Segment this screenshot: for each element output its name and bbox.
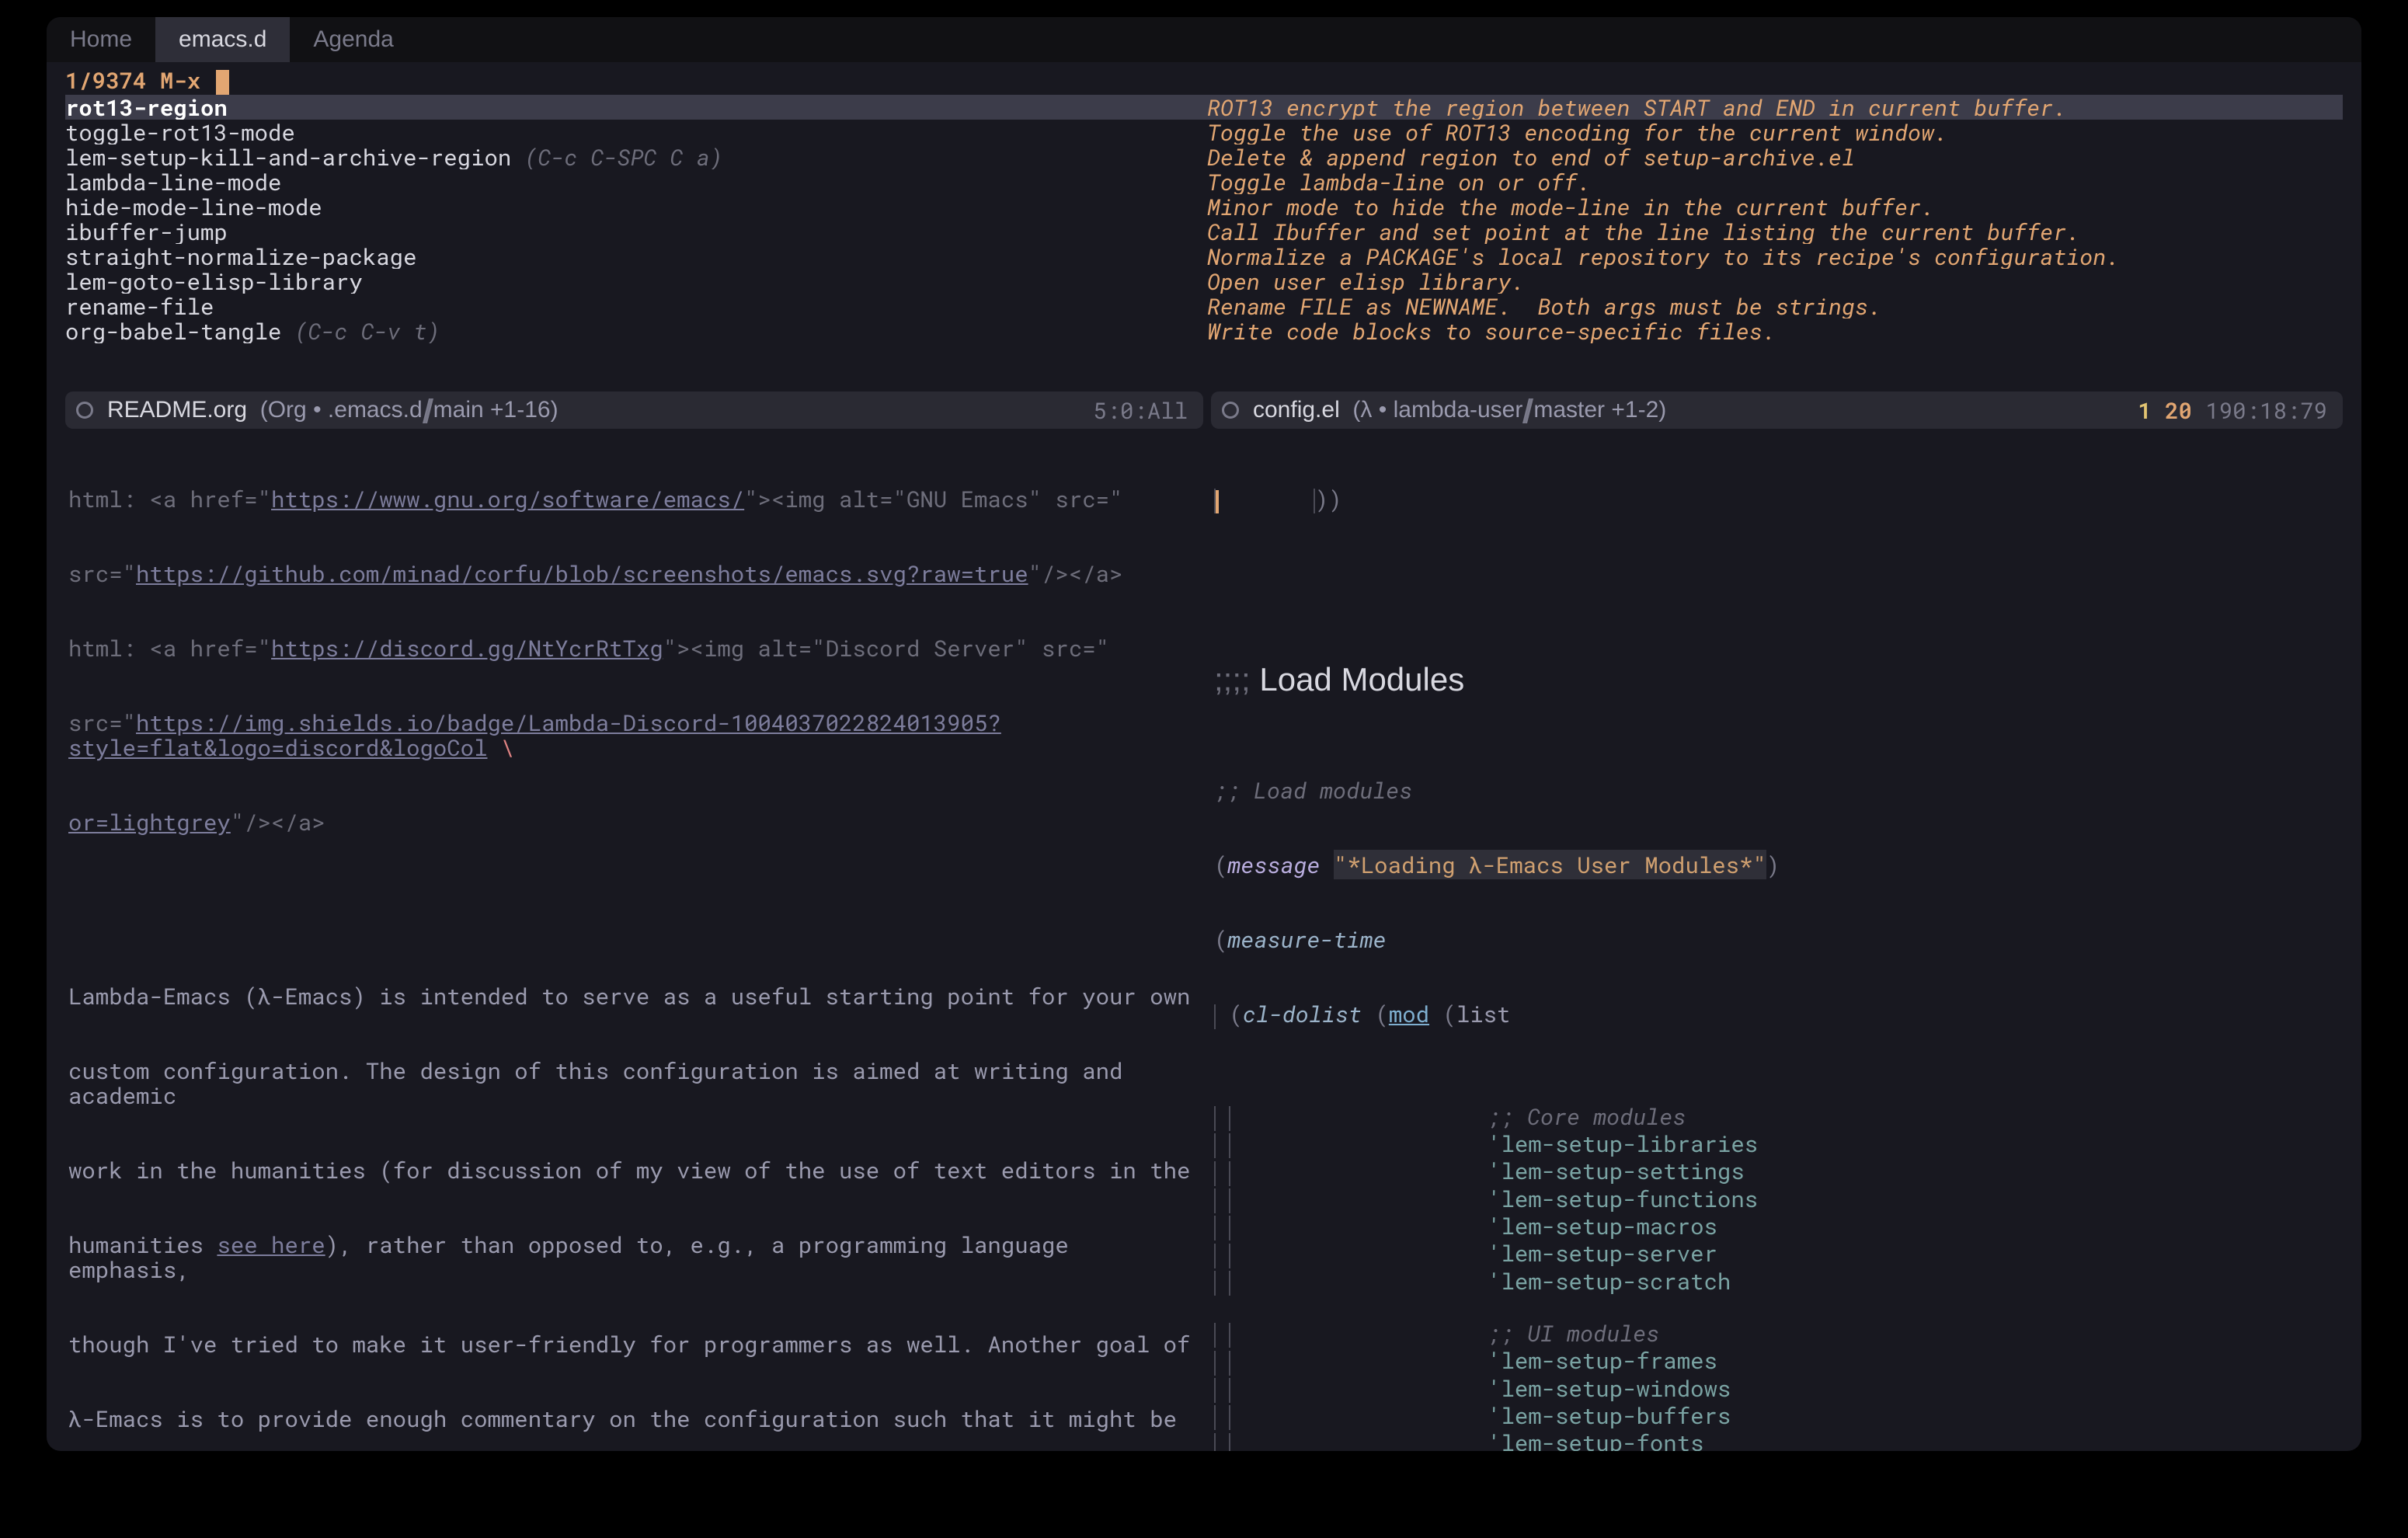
tab-bar: Home emacs.d Agenda xyxy=(47,17,2361,62)
code-line: (message "*Loading λ-Emacs User Modules*… xyxy=(1214,852,2340,877)
mx-candidate-description: Toggle lambda-line on or off. xyxy=(1207,169,2343,194)
mx-candidate-command: hide-mode-line-mode xyxy=(65,194,322,219)
mx-candidate[interactable]: rot13-region ROT13 encrypt the region bet… xyxy=(65,95,2343,120)
buffer-status-icon xyxy=(1222,402,1239,419)
mx-candidate-description: Write code blocks to source-specific fil… xyxy=(1207,318,2343,343)
module-line: 'lem-setup-frames xyxy=(1214,1348,2340,1375)
mx-candidate-description: Minor mode to hide the mode-line in the … xyxy=(1207,194,2343,219)
mx-candidate[interactable]: rename-file Rename FILE as NEWNAME. Both … xyxy=(65,294,2343,318)
module-line: 'lem-setup-server xyxy=(1214,1240,2340,1268)
right-pane: config.el (λ • lambda-usermaster +1-2) 1… xyxy=(1211,391,2343,1451)
left-modeline[interactable]: README.org (Org • .emacs.dmain +1-16) 5:… xyxy=(65,391,1203,429)
module-line: 'lem-setup-settings xyxy=(1214,1158,2340,1185)
mx-candidate-description: Call Ibuffer and set point at the line l… xyxy=(1207,219,2343,244)
mx-candidate-command: straight-normalize-package xyxy=(65,244,416,269)
mx-candidate-command: ibuffer-jump xyxy=(65,219,228,244)
mx-candidate[interactable]: org-babel-tangle (C-c C-v t) Write code b… xyxy=(65,318,2343,343)
buffer-status-icon xyxy=(76,402,93,419)
paragraph-line: custom configuration. The design of this… xyxy=(68,1058,1200,1108)
left-pane: README.org (Org • .emacs.dmain +1-16) 5:… xyxy=(65,391,1203,1451)
module-line: 'lem-setup-macros xyxy=(1214,1213,2340,1240)
html-export-line: src="https://img.shields.io/badge/Lambda… xyxy=(68,710,1200,760)
vc-icon xyxy=(1522,398,1533,423)
mx-candidate-description: Normalize a PACKAGE's local repository t… xyxy=(1207,244,2343,269)
html-export-line: src="https://github.com/minad/corfu/blob… xyxy=(68,561,1200,586)
mx-candidate-description: ROT13 encrypt the region between START a… xyxy=(1207,95,2343,120)
left-modeline-position: 5:0:All xyxy=(1093,395,1188,425)
paragraph-line: λ-Emacs is to provide enough commentary … xyxy=(68,1406,1200,1431)
module-line: 'lem-setup-fonts xyxy=(1214,1430,2340,1451)
mx-candidate-command: org-babel-tangle xyxy=(65,318,281,343)
paragraph-line: though I've tried to make it user-friend… xyxy=(68,1331,1200,1356)
comment-line: ;; Core modules xyxy=(1214,1104,2340,1131)
emacs-frame: Home emacs.d Agenda 1/9374 M-x rot13-reg… xyxy=(47,17,2361,1451)
mx-prompt-line[interactable]: 1/9374 M-x xyxy=(65,65,2343,95)
mx-candidate-command: rot13-region xyxy=(65,95,228,120)
mx-candidate[interactable]: lambda-line-mode Toggle lambda-line on or… xyxy=(65,169,2343,194)
left-buffer[interactable]: html: <a href="https://www.gnu.org/softw… xyxy=(65,437,1203,1451)
tab-agenda[interactable]: Agenda xyxy=(290,17,416,62)
vc-icon xyxy=(423,398,433,423)
right-modeline[interactable]: config.el (λ • lambda-usermaster +1-2) 1… xyxy=(1211,391,2343,429)
mx-candidate[interactable]: hide-mode-line-mode Minor mode to hide th… xyxy=(65,194,2343,219)
paragraph-line: Lambda-Emacs (λ-Emacs) is intended to se… xyxy=(68,983,1200,1008)
module-line: 'lem-setup-functions xyxy=(1214,1186,2340,1213)
mx-candidate-description: Open user elisp library. xyxy=(1207,269,2343,294)
mx-candidate-command: lambda-line-mode xyxy=(65,169,281,194)
code-line: )) xyxy=(1214,486,2340,513)
mx-candidate-command: rename-file xyxy=(65,294,214,318)
mx-candidate-command: lem-goto-elisp-library xyxy=(65,269,363,294)
comment-line: ;; UI modules xyxy=(1214,1321,2340,1348)
mx-candidate-command: toggle-rot13-mode xyxy=(65,120,295,144)
code-line: (cl-dolist (mod (list xyxy=(1214,1001,2340,1028)
right-modeline-position: 1 20 190:18:79 xyxy=(2138,395,2327,425)
mx-prompt: 1/9374 M-x xyxy=(65,65,214,95)
module-line: 'lem-setup-buffers xyxy=(1214,1403,2340,1430)
code-line: (measure-time xyxy=(1214,927,2340,952)
mx-candidate[interactable]: straight-normalize-package Normalize a PA… xyxy=(65,244,2343,269)
mx-candidate-description: Delete & append region to end of setup-a… xyxy=(1207,144,2343,169)
cursor-icon xyxy=(216,70,229,95)
mx-candidate-description: Rename FILE as NEWNAME. Both args must b… xyxy=(1207,294,2343,318)
module-line: 'lem-setup-windows xyxy=(1214,1376,2340,1403)
mx-candidate-keybinding: (C-c C-SPC C a) xyxy=(511,144,722,169)
tab-home[interactable]: Home xyxy=(47,17,155,62)
paragraph-line: humanities see here), rather than oppose… xyxy=(68,1232,1200,1282)
mx-candidate-description: Toggle the use of ROT13 encoding for the… xyxy=(1207,120,2343,144)
left-modeline-text: README.org (Org • .emacs.dmain +1-16) xyxy=(107,397,559,423)
mx-completion: 1/9374 M-x rot13-region ROT13 encrypt the… xyxy=(47,62,2361,343)
section-heading: ;;;; Load Modules xyxy=(1214,667,2340,692)
comment-line: ;; Load modules xyxy=(1214,778,2340,802)
mx-candidate[interactable]: toggle-rot13-mode Toggle the use of ROT13… xyxy=(65,120,2343,144)
html-export-line: html: <a href="https://discord.gg/NtYcrR… xyxy=(68,635,1200,660)
html-export-line: html: <a href="https://www.gnu.org/softw… xyxy=(68,486,1200,511)
module-line: 'lem-setup-libraries xyxy=(1214,1131,2340,1158)
mx-candidate-keybinding: (C-c C-v t) xyxy=(281,318,440,343)
right-modeline-text: config.el (λ • lambda-usermaster +1-2) xyxy=(1253,397,1666,423)
mx-candidate[interactable]: ibuffer-jump Call Ibuffer and set point a… xyxy=(65,219,2343,244)
paragraph-line: work in the humanities (for discussion o… xyxy=(68,1157,1200,1182)
link-see-here[interactable]: see here xyxy=(217,1230,325,1259)
mx-candidate[interactable]: lem-setup-kill-and-archive-region (C-c C… xyxy=(65,144,2343,169)
mx-candidate[interactable]: lem-goto-elisp-library Open user elisp li… xyxy=(65,269,2343,294)
right-buffer[interactable]: )) ;;;; Load Modules ;; Load modules (me… xyxy=(1211,437,2343,1451)
module-line: 'lem-setup-scratch xyxy=(1214,1268,2340,1296)
mx-candidate-command: lem-setup-kill-and-archive-region xyxy=(65,144,511,169)
html-export-line: or=lightgrey"/></a> xyxy=(68,809,1200,834)
tab-emacs-d[interactable]: emacs.d xyxy=(155,17,290,62)
